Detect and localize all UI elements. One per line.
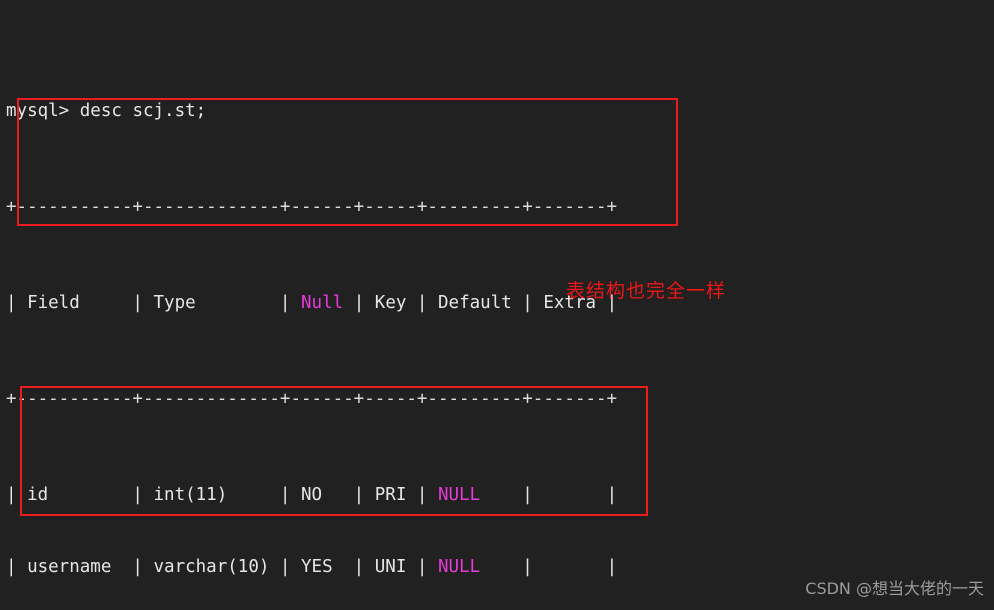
table1-rule-top: +-----------+-------------+------+-----+… — [6, 197, 618, 217]
table1-row1-right: | | — [480, 557, 618, 577]
terminal-window[interactable]: mysql> desc scj.st; +-----------+-------… — [0, 0, 994, 610]
table1-header-null: Null — [301, 293, 344, 313]
prompt-line-1: mysql> desc scj.st; — [6, 99, 617, 123]
table-row: | username | varchar(10) | YES | UNI | N… — [6, 555, 617, 579]
table1-row1-default: NULL — [437, 557, 481, 577]
table1-header-row: | Field | Type | Null | Key | Default | … — [6, 291, 617, 315]
table1-header-left: | Field | Type | — [6, 293, 302, 313]
table1-row0-default: NULL — [437, 485, 481, 505]
table1-row1-left: | username | varchar(10) | YES | UNI | — [6, 557, 438, 577]
watermark-label: CSDN @想当大佬的一天 — [805, 579, 984, 598]
prompt-label-1: mysql> — [6, 101, 80, 121]
terminal-output: mysql> desc scj.st; +-----------+-------… — [6, 3, 617, 610]
table-row: | id | int(11) | NO | PRI | NULL | | — [6, 483, 617, 507]
table1-row0-right: | | — [480, 485, 618, 505]
table1-row0-left: | id | int(11) | NO | PRI | — [6, 485, 438, 505]
table1-rule-mid: +-----------+-------------+------+-----+… — [6, 389, 618, 409]
annotation-label: 表结构也完全一样 — [566, 280, 727, 302]
command-text-1: desc scj.st; — [79, 101, 207, 121]
